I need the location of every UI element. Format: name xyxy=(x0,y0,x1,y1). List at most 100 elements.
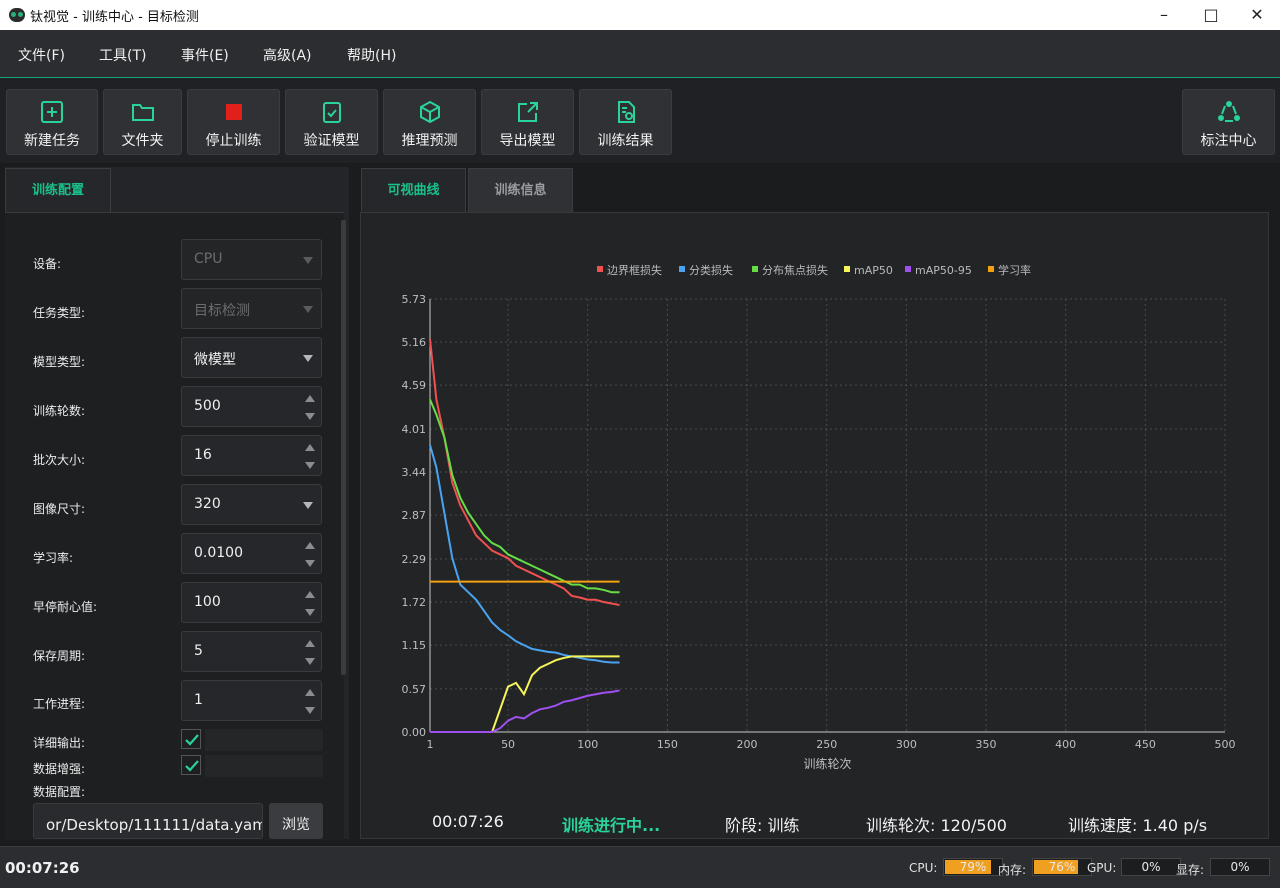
workers-spinbox[interactable]: 1 xyxy=(181,680,322,721)
close-button[interactable]: ✕ xyxy=(1234,0,1280,30)
toolbar: 新建任务 文件夹 停止训练 验证模型 推理预测 导出模型 训练结果 标注中心 xyxy=(0,78,1280,163)
increment-icon[interactable] xyxy=(305,591,315,598)
title-bar: 钛视觉 - 训练中心 - 目标检测 – □ ✕ xyxy=(0,0,1280,30)
vram-label: 显存: xyxy=(1176,863,1205,877)
menu-tools[interactable]: 工具(T) xyxy=(99,45,146,65)
minimize-button[interactable]: – xyxy=(1141,0,1187,30)
series-line xyxy=(429,399,620,594)
checkmark-icon xyxy=(185,734,199,746)
browse-button[interactable]: 浏览 xyxy=(269,803,323,839)
export-icon xyxy=(517,102,538,122)
tab-training-info[interactable]: 训练信息 xyxy=(468,168,573,212)
model-type-label: 模型类型: xyxy=(33,355,86,369)
verbose-row-bg xyxy=(205,729,323,751)
legend-swatch xyxy=(905,266,911,272)
recycle-icon xyxy=(1217,101,1240,122)
increment-icon[interactable] xyxy=(305,542,315,549)
augment-checkbox[interactable] xyxy=(181,755,201,775)
training-results-button[interactable]: 训练结果 xyxy=(579,89,672,155)
model-type-value: 微模型 xyxy=(194,352,236,368)
y-tick-label: 5.73 xyxy=(402,293,427,306)
series-line xyxy=(429,444,620,664)
task-type-select[interactable]: 目标检测 xyxy=(181,288,322,329)
x-tick-label: 400 xyxy=(1055,738,1076,751)
status-time: 00:07:26 xyxy=(5,859,80,877)
window-title: 钛视觉 - 训练中心 - 目标检测 xyxy=(30,10,199,25)
memory-value: 76% xyxy=(1048,860,1076,874)
increment-icon[interactable] xyxy=(305,640,315,647)
menu-advanced[interactable]: 高级(A) xyxy=(263,45,312,65)
epochs-value: 500 xyxy=(194,398,221,414)
menu-help[interactable]: 帮助(H) xyxy=(347,45,396,65)
tab-curves[interactable]: 可视曲线 xyxy=(361,168,466,212)
epochs-spinbox[interactable]: 500 xyxy=(181,386,322,427)
decrement-icon[interactable] xyxy=(305,462,315,469)
clipboard-check-icon xyxy=(322,102,341,123)
y-tick-label: 5.16 xyxy=(402,336,427,349)
annotation-center-button[interactable]: 标注中心 xyxy=(1182,89,1275,155)
legend-swatch xyxy=(752,266,758,272)
increment-icon[interactable] xyxy=(305,444,315,451)
maximize-button[interactable]: □ xyxy=(1188,0,1234,30)
image-size-value: 320 xyxy=(194,496,221,512)
increment-icon[interactable] xyxy=(305,689,315,696)
menu-bar: 文件(F) 工具(T) 事件(E) 高级(A) 帮助(H) xyxy=(0,30,1280,78)
save-period-spinbox[interactable]: 5 xyxy=(181,631,322,672)
device-select[interactable]: CPU xyxy=(181,239,322,280)
plus-square-icon xyxy=(41,101,63,123)
stop-training-button[interactable]: 停止训练 xyxy=(187,89,280,155)
x-tick-label: 200 xyxy=(737,738,758,751)
epoch-progress: 训练轮次: 120/500 xyxy=(866,816,1007,835)
chevron-down-icon xyxy=(303,355,313,362)
legend-label: 分布焦点损失 xyxy=(762,263,828,277)
x-tick-label: 250 xyxy=(816,738,837,751)
batch-size-label: 批次大小: xyxy=(33,453,86,467)
data-config-label: 数据配置: xyxy=(33,785,86,799)
decrement-icon[interactable] xyxy=(305,413,315,420)
task-type-value: 目标检测 xyxy=(194,303,250,319)
legend-label: 边界框损失 xyxy=(607,263,662,277)
learning-rate-spinbox[interactable]: 0.0100 xyxy=(181,533,322,574)
validate-model-button[interactable]: 验证模型 xyxy=(285,89,378,155)
menu-file[interactable]: 文件(F) xyxy=(18,45,65,65)
model-type-select[interactable]: 微模型 xyxy=(181,337,322,378)
config-scrollbar[interactable] xyxy=(341,220,346,675)
training-state: 训练进行中... xyxy=(562,816,661,835)
x-tick-label: 500 xyxy=(1215,738,1236,751)
batch-size-spinbox[interactable]: 16 xyxy=(181,435,322,476)
verbose-label: 详细输出: xyxy=(33,736,86,750)
image-size-label: 图像尺寸: xyxy=(33,502,86,516)
patience-value: 100 xyxy=(194,594,221,610)
tab-training-config[interactable]: 训练配置 xyxy=(5,168,111,212)
legend-swatch xyxy=(988,266,994,272)
patience-spinbox[interactable]: 100 xyxy=(181,582,322,623)
decrement-icon[interactable] xyxy=(305,560,315,567)
learning-rate-label: 学习率: xyxy=(33,551,74,565)
folder-button[interactable]: 文件夹 xyxy=(103,89,182,155)
annotation-center-label: 标注中心 xyxy=(1200,133,1257,149)
device-label: 设备: xyxy=(33,257,62,271)
new-task-button[interactable]: 新建任务 xyxy=(6,89,98,155)
export-model-label: 导出模型 xyxy=(499,133,556,149)
y-tick-label: 0.57 xyxy=(402,683,427,696)
decrement-icon[interactable] xyxy=(305,609,315,616)
patience-label: 早停耐心值: xyxy=(33,600,98,614)
y-tick-label: 2.87 xyxy=(402,509,427,522)
decrement-icon[interactable] xyxy=(305,658,315,665)
menu-events[interactable]: 事件(E) xyxy=(181,45,229,65)
data-config-value: or/Desktop/111111/data.yaml xyxy=(46,816,263,834)
training-speed: 训练速度: 1.40 p/s xyxy=(1068,816,1208,835)
augment-label: 数据增强: xyxy=(33,762,86,776)
data-config-input[interactable]: or/Desktop/111111/data.yaml xyxy=(33,803,263,839)
legend-label: mAP50 xyxy=(854,264,893,277)
chevron-down-icon xyxy=(303,502,313,509)
verbose-checkbox[interactable] xyxy=(181,729,201,749)
device-value: CPU xyxy=(194,251,223,267)
decrement-icon[interactable] xyxy=(305,707,315,714)
predict-button[interactable]: 推理预测 xyxy=(383,89,476,155)
training-curves-chart: 0.00 0.57 1.15 1.72 2.29 2.87 3.44 4.01 4.59 5.16… xyxy=(402,263,1236,771)
legend-swatch xyxy=(844,266,850,272)
image-size-select[interactable]: 320 xyxy=(181,484,322,525)
increment-icon[interactable] xyxy=(305,395,315,402)
export-model-button[interactable]: 导出模型 xyxy=(481,89,574,155)
